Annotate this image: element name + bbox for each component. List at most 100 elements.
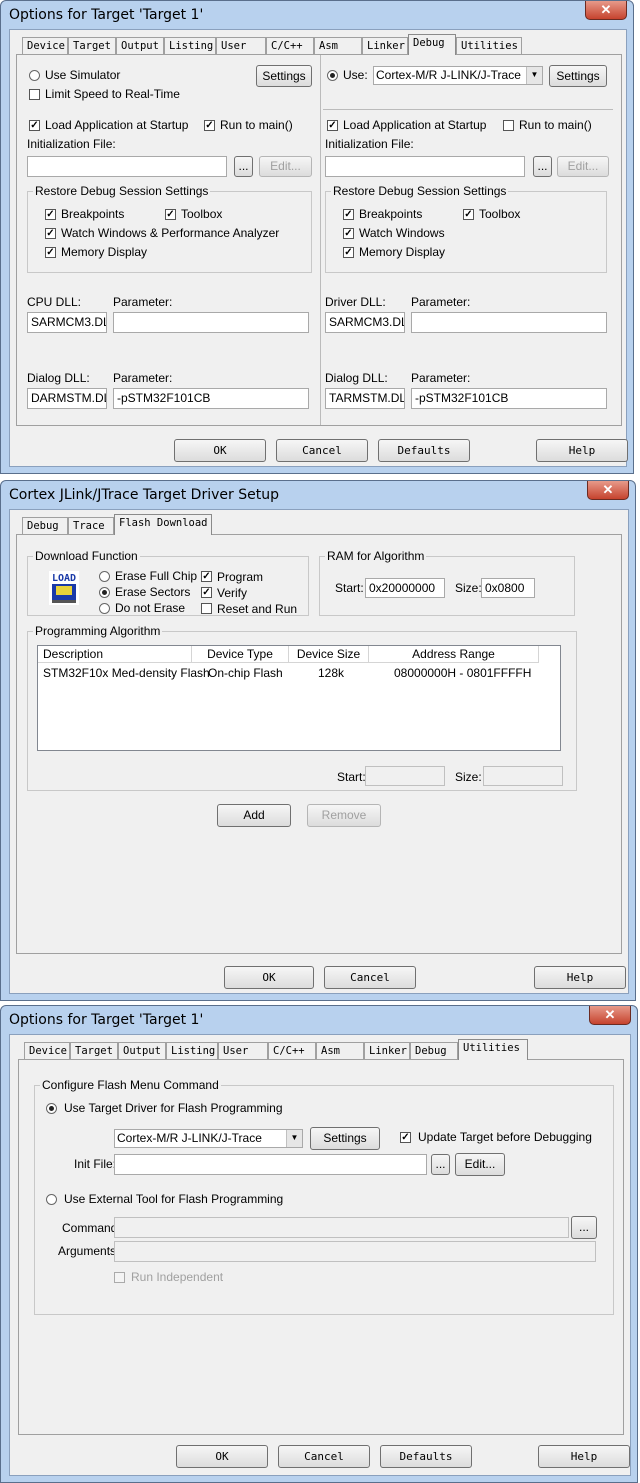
- edit-button[interactable]: Edit...: [259, 156, 312, 177]
- browse-button[interactable]: ...: [234, 156, 253, 177]
- tab-listing[interactable]: Listing: [166, 1042, 218, 1059]
- tab-asm[interactable]: Asm: [316, 1042, 364, 1059]
- run-to-main-checkbox-right[interactable]: [503, 120, 514, 131]
- driver-dll-input[interactable]: SARMCM3.DLL: [325, 312, 405, 333]
- erase-sectors-radio[interactable]: [99, 587, 110, 598]
- tab-output[interactable]: Output: [116, 37, 164, 54]
- col-address-range[interactable]: Address Range: [369, 646, 539, 663]
- tab-target[interactable]: Target: [68, 37, 116, 54]
- col-description[interactable]: Description: [38, 646, 192, 663]
- arguments-input[interactable]: [114, 1241, 596, 1262]
- close-button[interactable]: ✕: [589, 1006, 631, 1025]
- tab-linker[interactable]: Linker: [364, 1042, 410, 1059]
- remove-button[interactable]: Remove: [307, 804, 381, 827]
- tab-user[interactable]: User: [216, 37, 266, 54]
- simulator-settings-button[interactable]: Settings: [256, 65, 312, 87]
- memory-display-checkbox[interactable]: ✓: [45, 247, 56, 258]
- title-bar[interactable]: Cortex JLink/JTrace Target Driver Setup …: [1, 481, 635, 509]
- ok-button[interactable]: OK: [174, 439, 266, 462]
- tab-cpp[interactable]: C/C++: [266, 37, 314, 54]
- chevron-down-icon[interactable]: ▼: [526, 67, 542, 84]
- edit-button-right[interactable]: Edit...: [557, 156, 609, 177]
- breakpoints-checkbox-right[interactable]: ✓: [343, 209, 354, 220]
- row-description[interactable]: STM32F10x Med-density Flash: [43, 666, 210, 680]
- erase-full-chip-radio[interactable]: [99, 571, 110, 582]
- do-not-erase-radio[interactable]: [99, 603, 110, 614]
- tab-linker[interactable]: Linker: [362, 37, 408, 54]
- driver-settings-button[interactable]: Settings: [310, 1127, 380, 1150]
- cancel-button[interactable]: Cancel: [324, 966, 416, 989]
- run-to-main-checkbox[interactable]: ✓: [204, 120, 215, 131]
- browse-button[interactable]: ...: [431, 1154, 450, 1175]
- tab-flash-download[interactable]: Flash Download: [114, 514, 212, 535]
- tab-device[interactable]: Device: [24, 1042, 70, 1059]
- use-driver-radio[interactable]: [327, 70, 338, 81]
- toolbox-checkbox[interactable]: ✓: [165, 209, 176, 220]
- breakpoints-checkbox[interactable]: ✓: [45, 209, 56, 220]
- dialog-parameter-input-right[interactable]: -pSTM32F101CB: [411, 388, 607, 409]
- init-file-input[interactable]: [114, 1154, 427, 1175]
- tab-debug[interactable]: Debug: [408, 34, 456, 55]
- algo-start-input[interactable]: [365, 766, 445, 786]
- toolbox-checkbox-right[interactable]: ✓: [463, 209, 474, 220]
- cancel-button[interactable]: Cancel: [278, 1445, 370, 1468]
- title-bar[interactable]: Options for Target 'Target 1' ✕: [1, 1, 633, 29]
- tab-asm[interactable]: Asm: [314, 37, 362, 54]
- defaults-button[interactable]: Defaults: [378, 439, 470, 462]
- ok-button[interactable]: OK: [176, 1445, 268, 1468]
- chevron-down-icon[interactable]: ▼: [286, 1130, 302, 1147]
- init-file-input-right[interactable]: [325, 156, 525, 177]
- tab-utilities[interactable]: Utilities: [456, 37, 522, 54]
- cancel-button[interactable]: Cancel: [276, 439, 368, 462]
- edit-button[interactable]: Edit...: [455, 1153, 505, 1176]
- use-target-driver-radio[interactable]: [46, 1103, 57, 1114]
- load-app-checkbox-right[interactable]: ✓: [327, 120, 338, 131]
- defaults-button[interactable]: Defaults: [380, 1445, 472, 1468]
- dialog-dll-input-right[interactable]: TARMSTM.DLL: [325, 388, 405, 409]
- tab-target[interactable]: Target: [70, 1042, 118, 1059]
- tab-utilities[interactable]: Utilities: [458, 1039, 528, 1060]
- watch-windows-checkbox-right[interactable]: ✓: [343, 228, 354, 239]
- ram-size-input[interactable]: 0x0800: [481, 578, 535, 598]
- tab-listing[interactable]: Listing: [164, 37, 216, 54]
- reset-and-run-checkbox[interactable]: [201, 603, 212, 614]
- command-browse-button[interactable]: ...: [571, 1216, 597, 1239]
- algo-size-input[interactable]: [483, 766, 563, 786]
- run-independent-checkbox[interactable]: [114, 1272, 125, 1283]
- verify-checkbox[interactable]: ✓: [201, 587, 212, 598]
- tab-output[interactable]: Output: [118, 1042, 166, 1059]
- algorithm-list[interactable]: Description Device Type Device Size Addr…: [37, 645, 561, 751]
- help-button[interactable]: Help: [536, 439, 628, 462]
- row-address-range[interactable]: 08000000H - 0801FFFFH: [394, 666, 531, 680]
- dialog-dll-input[interactable]: DARMSTM.DLL: [27, 388, 107, 409]
- driver-parameter-input[interactable]: [411, 312, 607, 333]
- watch-windows-checkbox[interactable]: ✓: [45, 228, 56, 239]
- title-bar[interactable]: Options for Target 'Target 1' ✕: [1, 1006, 637, 1034]
- close-button[interactable]: ✕: [585, 1, 627, 20]
- use-simulator-radio[interactable]: [29, 70, 40, 81]
- browse-button-right[interactable]: ...: [533, 156, 552, 177]
- tab-debug[interactable]: Debug: [410, 1042, 458, 1059]
- cpu-parameter-input[interactable]: [113, 312, 309, 333]
- cpu-dll-input[interactable]: SARMCM3.DLL: [27, 312, 107, 333]
- tab-user[interactable]: User: [218, 1042, 268, 1059]
- command-input[interactable]: [114, 1217, 569, 1238]
- help-button[interactable]: Help: [534, 966, 626, 989]
- driver-settings-button[interactable]: Settings: [549, 65, 607, 87]
- program-checkbox[interactable]: ✓: [201, 571, 212, 582]
- col-device-size[interactable]: Device Size: [289, 646, 369, 663]
- use-external-tool-radio[interactable]: [46, 1194, 57, 1205]
- driver-select[interactable]: Cortex-M/R J-LINK/J-Trace ▼: [373, 66, 543, 85]
- col-device-type[interactable]: Device Type: [192, 646, 289, 663]
- tab-cpp[interactable]: C/C++: [268, 1042, 316, 1059]
- driver-select[interactable]: Cortex-M/R J-LINK/J-Trace ▼: [114, 1129, 303, 1148]
- dialog-parameter-input[interactable]: -pSTM32F101CB: [113, 388, 309, 409]
- tab-debug[interactable]: Debug: [22, 517, 68, 534]
- close-button[interactable]: ✕: [587, 481, 629, 500]
- add-button[interactable]: Add: [217, 804, 291, 827]
- row-device-type[interactable]: On-chip Flash: [208, 666, 283, 680]
- tab-device[interactable]: Device: [22, 37, 68, 54]
- help-button[interactable]: Help: [538, 1445, 630, 1468]
- tab-trace[interactable]: Trace: [68, 517, 114, 534]
- init-file-input[interactable]: [27, 156, 227, 177]
